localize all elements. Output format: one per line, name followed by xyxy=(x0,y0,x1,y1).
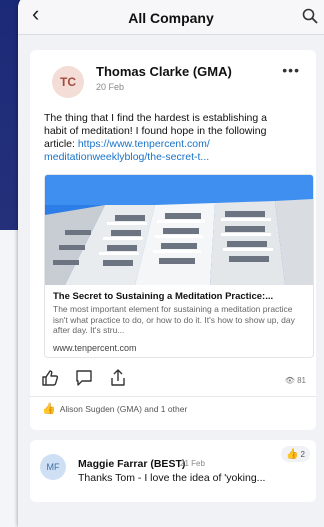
avatar[interactable]: TC xyxy=(52,66,84,98)
reactions-summary[interactable]: 👍 Alison Sugden (GMA) and 1 other xyxy=(42,402,187,415)
search-icon[interactable] xyxy=(302,8,318,24)
link-preview-description: The most important element for sustainin… xyxy=(53,304,295,335)
post-card: TC Thomas Clarke (GMA) 20 Feb ••• The th… xyxy=(30,50,316,430)
post-date: 20 Feb xyxy=(96,82,125,92)
link-preview-card[interactable]: The Secret to Sustaining a Meditation Pr… xyxy=(44,174,314,358)
post-link-continued[interactable]: meditationweeklyblog/the-secret-t... xyxy=(44,151,209,163)
reactors-text: Alison Sugden (GMA) and 1 other xyxy=(59,403,188,414)
thumbs-up-icon: 👍 xyxy=(42,403,56,415)
post-text-line: The thing that I find the hardest is est… xyxy=(44,112,267,124)
phone-screen: ‹ All Company TC Thomas Clarke (GMA) 20 … xyxy=(18,0,324,527)
backdrop-light xyxy=(0,230,20,527)
page-title: All Company xyxy=(128,10,214,26)
preview-image xyxy=(45,175,313,285)
post-actions: 👁 81 xyxy=(30,368,316,392)
comment-icon[interactable] xyxy=(74,368,94,388)
thumbs-up-icon: 👍 xyxy=(286,448,299,460)
view-count: 👁 81 xyxy=(285,376,306,385)
divider xyxy=(30,396,316,397)
comment-author[interactable]: Maggie Farrar (BEST) xyxy=(78,458,185,470)
post-body: The thing that I find the hardest is est… xyxy=(44,112,306,164)
avatar[interactable]: MF xyxy=(40,454,66,480)
comment-text: Thanks Tom - I love the idea of 'yoking.… xyxy=(78,472,266,484)
comment-reaction-count: 2 xyxy=(300,449,305,459)
comment-date: 21 Feb xyxy=(180,459,205,468)
eye-icon: 👁 xyxy=(284,376,295,385)
link-preview-domain: www.tenpercent.com xyxy=(53,343,137,353)
post-author[interactable]: Thomas Clarke (GMA) xyxy=(96,64,232,79)
more-icon[interactable]: ••• xyxy=(282,62,300,78)
comment-card: MF Maggie Farrar (BEST) 21 Feb Thanks To… xyxy=(30,440,316,502)
like-icon[interactable] xyxy=(40,368,60,388)
view-count-value: 81 xyxy=(297,376,306,385)
post-text-line: habit of meditation! I found hope in the… xyxy=(44,125,267,137)
comment-reaction-badge[interactable]: 👍 2 xyxy=(281,446,310,462)
post-link[interactable]: https://www.tenpercent.com/ xyxy=(78,138,210,150)
link-preview-title: The Secret to Sustaining a Meditation Pr… xyxy=(53,291,274,302)
top-bar: ‹ All Company xyxy=(18,0,324,35)
share-icon[interactable] xyxy=(108,368,128,388)
post-text-line: article: xyxy=(44,138,78,150)
